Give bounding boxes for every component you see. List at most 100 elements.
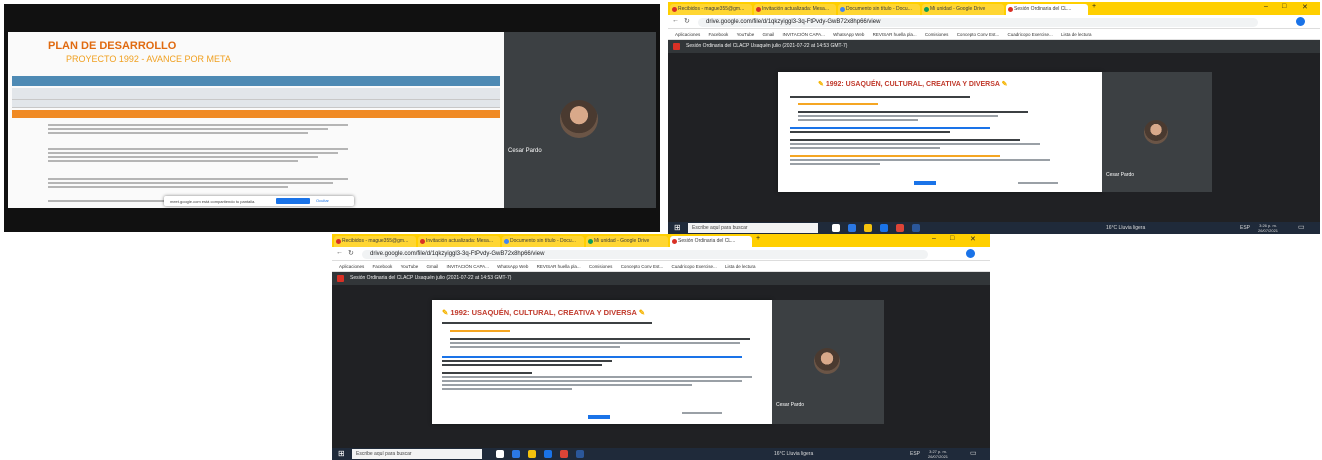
tab-calendar-invite[interactable]: Invitación actualizada: Mesa... bbox=[754, 4, 836, 15]
word-icon[interactable] bbox=[576, 450, 584, 458]
doc-text-line bbox=[450, 346, 620, 348]
minimize-icon[interactable]: – bbox=[932, 235, 936, 242]
bookmark-revisar[interactable]: REVISAR huella pla... bbox=[873, 29, 917, 39]
task-view-icon[interactable] bbox=[832, 224, 840, 232]
bookmark-youtube[interactable]: YouTube bbox=[737, 29, 755, 39]
windows-start-icon[interactable]: ⊞ bbox=[674, 224, 681, 232]
hide-button[interactable]: Ocultar bbox=[316, 198, 342, 204]
windows-taskbar: ⊞ Escribe aquí para buscar 16°C Lluvia l… bbox=[332, 448, 990, 460]
bookmark-invitacion[interactable]: INVITACIÓN CAPA... bbox=[783, 29, 825, 39]
bookmark-concepto[interactable]: Concepto Conv Est... bbox=[621, 261, 664, 271]
task-view-icon[interactable] bbox=[496, 450, 504, 458]
table-text-line bbox=[48, 182, 333, 184]
doc-text-line bbox=[1018, 182, 1058, 184]
bookmark-whatsapp[interactable]: WhatsApp Web bbox=[497, 261, 528, 271]
shared-document: ✎ 1992: USAQUÉN, CULTURAL, CREATIVA Y DI… bbox=[778, 72, 1102, 192]
doc-text-line bbox=[798, 103, 878, 105]
close-icon[interactable]: ✕ bbox=[1302, 3, 1308, 11]
word-icon[interactable] bbox=[912, 224, 920, 232]
bookmark-facebook[interactable]: Facebook bbox=[373, 261, 393, 271]
drive-viewer-header: Sesión Ordinaria del CLACP Usaquén julio… bbox=[668, 40, 1320, 53]
bookmark-facebook[interactable]: Facebook bbox=[709, 29, 729, 39]
maximize-icon[interactable]: □ bbox=[1282, 3, 1286, 10]
chrome-icon[interactable] bbox=[896, 224, 904, 232]
bookmark-comisiones[interactable]: Comisiones bbox=[589, 261, 613, 271]
bookmark-apps[interactable]: Aplicaciones bbox=[675, 29, 700, 39]
tab-docs[interactable]: Documento sin título - Docu... bbox=[502, 236, 584, 247]
store-icon[interactable] bbox=[848, 224, 856, 232]
profile-avatar[interactable] bbox=[1296, 17, 1305, 26]
taskbar-search-input[interactable]: Escribe aquí para buscar bbox=[352, 449, 482, 459]
file-explorer-icon[interactable] bbox=[528, 450, 536, 458]
video-icon bbox=[672, 239, 677, 244]
bookmark-youtube[interactable]: YouTube bbox=[401, 261, 419, 271]
participant-tile: Cesar Pardo bbox=[1102, 72, 1212, 192]
file-explorer-icon[interactable] bbox=[864, 224, 872, 232]
stop-sharing-button[interactable] bbox=[276, 198, 310, 204]
bookmark-cuadricopo[interactable]: Cuadricopo Exercise... bbox=[671, 261, 716, 271]
weather-text[interactable]: 16°C Lluvia ligera bbox=[1106, 222, 1145, 234]
chrome-icon[interactable] bbox=[560, 450, 568, 458]
table-text-line bbox=[48, 128, 328, 130]
minimize-icon[interactable]: – bbox=[1264, 3, 1268, 10]
tab-drive[interactable]: Mi unidad - Google Drive bbox=[922, 4, 1004, 15]
profile-avatar[interactable] bbox=[966, 249, 975, 258]
bookmark-invitacion[interactable]: INVITACIÓN CAPA... bbox=[447, 261, 489, 271]
bookmark-concepto[interactable]: Concepto Conv Est... bbox=[957, 29, 1000, 39]
url-field[interactable]: drive.google.com/file/d/1qkzyiggl3-3q-Ft… bbox=[362, 250, 928, 259]
stop-sharing-button[interactable] bbox=[914, 181, 936, 185]
language-indicator[interactable]: ESP bbox=[910, 448, 920, 460]
url-field[interactable]: drive.google.com/file/d/1qkzyiggl3-3q-Ft… bbox=[698, 18, 1258, 27]
maximize-icon[interactable]: □ bbox=[950, 235, 954, 242]
doc-text-line bbox=[798, 119, 918, 121]
edge-icon[interactable] bbox=[544, 450, 552, 458]
reading-list[interactable]: Lista de lectura bbox=[725, 261, 756, 271]
doc-text-line bbox=[798, 111, 1028, 113]
table-text-line bbox=[48, 160, 298, 162]
back-icon[interactable]: ← bbox=[336, 249, 343, 256]
stop-sharing-button[interactable] bbox=[588, 415, 610, 419]
reload-icon[interactable]: ↻ bbox=[348, 249, 354, 257]
language-indicator[interactable]: ESP bbox=[1240, 222, 1250, 234]
tab-session-video[interactable]: Sesión Ordinaria del CL... bbox=[670, 236, 752, 247]
bookmark-gmail[interactable]: Gmail bbox=[763, 29, 775, 39]
taskbar-clock[interactable]: 3:27 p. m. 26/07/2021 bbox=[928, 449, 948, 459]
avatar bbox=[560, 100, 598, 138]
doc-text-line bbox=[798, 115, 998, 117]
table-text-line bbox=[48, 132, 308, 134]
bookmark-revisar[interactable]: REVISAR huella pla... bbox=[537, 261, 581, 271]
bookmark-whatsapp[interactable]: WhatsApp Web bbox=[833, 29, 864, 39]
notifications-icon[interactable]: ▭ bbox=[1298, 222, 1305, 234]
bookmark-gmail[interactable]: Gmail bbox=[427, 261, 439, 271]
tab-session-video[interactable]: Sesión Ordinaria del CL... bbox=[1006, 4, 1088, 15]
bookmark-comisiones[interactable]: Comisiones bbox=[925, 29, 949, 39]
windows-start-icon[interactable]: ⊞ bbox=[338, 450, 345, 458]
viewer-title: Sesión Ordinaria del CLACP Usaquén julio… bbox=[350, 275, 512, 281]
notifications-icon[interactable]: ▭ bbox=[970, 448, 977, 460]
gmail-icon bbox=[336, 239, 341, 244]
reload-icon[interactable]: ↻ bbox=[684, 17, 690, 25]
tab-strip: Recibidos - mague355@gm... Invitación ac… bbox=[332, 234, 990, 247]
taskbar-clock[interactable]: 3:26 p. m. 26/07/2021 bbox=[1258, 223, 1278, 233]
tab-gmail[interactable]: Recibidos - mague355@gm... bbox=[334, 236, 416, 247]
tab-calendar-invite[interactable]: Invitación actualizada: Mesa... bbox=[418, 236, 500, 247]
tab-docs[interactable]: Documento sin título - Docu... bbox=[838, 4, 920, 15]
bookmark-apps[interactable]: Aplicaciones bbox=[339, 261, 364, 271]
back-icon[interactable]: ← bbox=[672, 17, 679, 24]
doc-text-line bbox=[790, 155, 1000, 157]
doc-text-line bbox=[442, 356, 742, 358]
reading-list[interactable]: Lista de lectura bbox=[1061, 29, 1092, 39]
edge-icon[interactable] bbox=[880, 224, 888, 232]
tab-gmail[interactable]: Recibidos - mague355@gm... bbox=[670, 4, 752, 15]
bookmark-cuadricopo[interactable]: Cuadricopo Exercise... bbox=[1007, 29, 1052, 39]
store-icon[interactable] bbox=[512, 450, 520, 458]
video-icon bbox=[1008, 7, 1013, 12]
weather-text[interactable]: 16°C Lluvia ligera bbox=[774, 448, 813, 460]
close-icon[interactable]: ✕ bbox=[970, 235, 976, 243]
new-tab-icon[interactable]: + bbox=[756, 235, 760, 242]
new-tab-icon[interactable]: + bbox=[1092, 3, 1096, 10]
video-file-icon bbox=[337, 275, 344, 282]
taskbar-search-input[interactable]: Escribe aquí para buscar bbox=[688, 223, 818, 233]
tab-drive[interactable]: Mi unidad - Google Drive bbox=[586, 236, 668, 247]
screenshot-browser: Recibidos - mague355@gm... Invitación ac… bbox=[668, 2, 1320, 234]
